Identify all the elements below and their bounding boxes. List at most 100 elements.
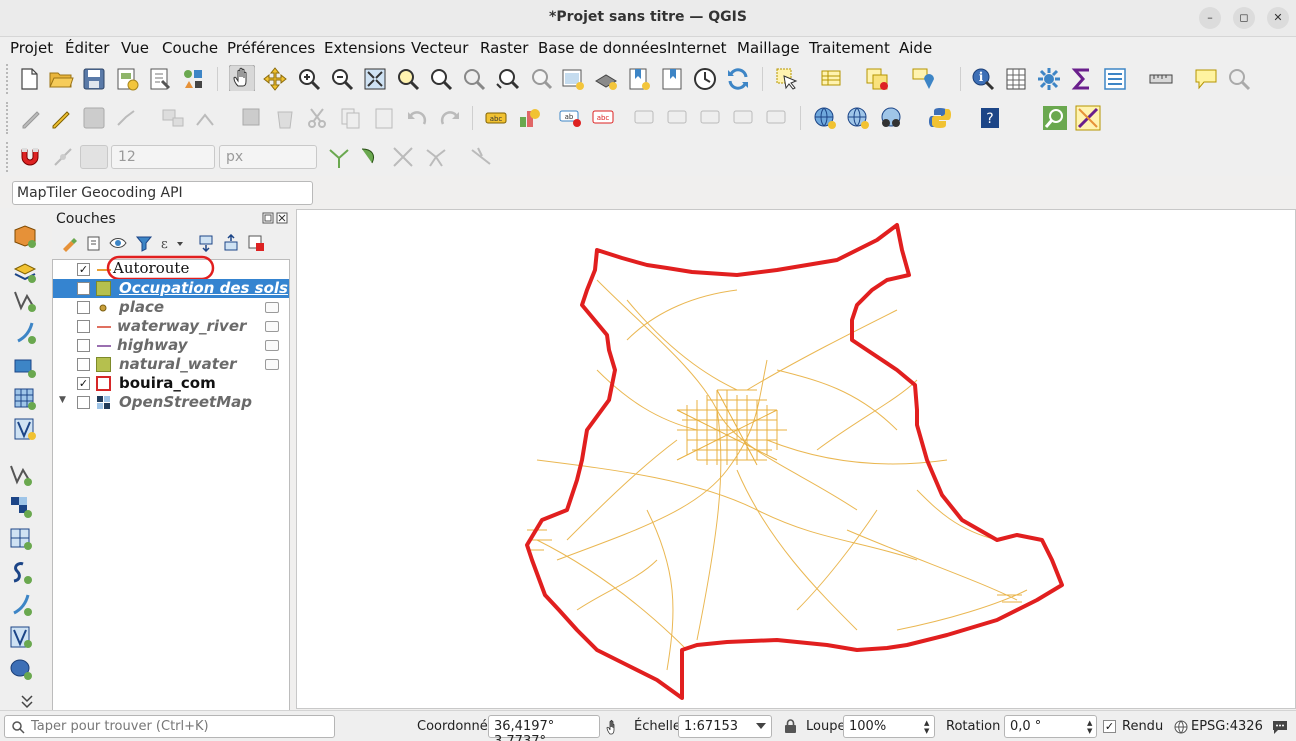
rotation-spin-arrows-icon[interactable]: ▲ ▼ [1087,719,1092,735]
processing-toolbox-icon[interactable] [1036,66,1062,92]
toolbar-grip[interactable] [6,64,10,94]
zoom-to-selection-icon[interactable] [395,66,421,92]
coordinate-field[interactable]: 36,4197° 3,7737° [488,715,600,741]
statistics-sigma-icon[interactable] [1069,66,1095,92]
lock-scale-icon[interactable] [784,719,797,734]
layer-row-openstreetmap[interactable]: ▼ OpenStreetMap [53,393,289,412]
layer-row-highway[interactable]: highway [53,336,289,355]
open-project-icon[interactable] [48,66,74,92]
menu-preferences[interactable]: Préférences [227,39,315,57]
add-layer-icon[interactable] [12,259,38,285]
magnifier-spinbox[interactable]: 100% [843,715,935,738]
new-bookmark-icon[interactable] [626,66,652,92]
close-panel-icon[interactable] [276,212,288,224]
zoom-native-icon[interactable] [461,66,487,92]
layer-indicator-icon[interactable] [265,340,279,351]
label-properties-icon[interactable] [731,105,757,131]
new-virtual-layer-icon[interactable] [8,624,34,650]
attributes-form-icon[interactable] [1102,66,1128,92]
menu-aide[interactable]: Aide [899,39,932,57]
rotation-spinbox[interactable]: 0,0 ° [1004,715,1097,738]
python-console-icon[interactable] [927,105,953,131]
menu-vecteur[interactable]: Vecteur [411,39,468,57]
map-rendering[interactable] [297,210,1296,710]
magnifier-spin-arrows-icon[interactable]: ▲ ▼ [924,719,929,735]
layer-visibility-checkbox[interactable]: ✓ [77,377,90,390]
menu-projet[interactable]: Projet [10,39,53,57]
new-3d-view-icon[interactable] [593,66,619,92]
locator-settings-icon[interactable] [1226,66,1252,92]
move-label-icon[interactable] [632,105,658,131]
zoom-out-icon[interactable] [329,66,355,92]
paste-features-icon[interactable] [371,105,397,131]
rotate-label-icon[interactable] [665,105,691,131]
add-spatialite-icon[interactable] [12,354,38,380]
layer-row-autoroute[interactable]: ✓ Autoroute [53,255,289,281]
zoom-last-icon[interactable] [494,66,520,92]
menu-extensions[interactable]: Extensions [324,39,405,57]
layer-visibility-checkbox[interactable] [77,282,90,295]
minimize-button[interactable]: – [1199,7,1221,29]
avoid-overlap-icon[interactable] [468,144,494,170]
filter-by-expression-icon[interactable]: ε [159,234,183,252]
map-canvas[interactable] [296,209,1296,709]
vertex-tool-icon[interactable] [160,105,186,131]
undo-icon[interactable] [404,105,430,131]
layer-visibility-checkbox[interactable] [77,301,90,314]
menu-couche[interactable]: Couche [162,39,218,57]
snapping-units-select[interactable]: px [219,145,317,169]
add-delimited-text-icon[interactable] [12,320,38,346]
show-bookmarks-icon[interactable] [659,66,685,92]
add-raster-layer-icon[interactable] [12,386,38,412]
menu-raster[interactable]: Raster [480,39,528,57]
zoom-in-icon[interactable] [296,66,322,92]
add-postgis-layer-icon[interactable] [8,656,34,682]
toggle-extents-mouse-icon[interactable] [604,718,622,736]
show-hide-labels-icon[interactable]: abc [590,105,616,131]
snapping-tolerance-input[interactable]: 12 [111,145,215,169]
layer-row-occupation-des-sols[interactable]: Occupation des sols [53,279,289,298]
pan-to-selection-icon[interactable] [262,66,288,92]
map-tips-icon[interactable] [1193,66,1219,92]
trash-icon[interactable] [272,105,298,131]
new-project-icon[interactable] [16,66,42,92]
topological-editing-icon[interactable] [326,144,352,170]
expand-all-icon[interactable] [197,234,215,252]
layer-row-natural-water[interactable]: natural_water [53,355,289,374]
tracing-icon[interactable] [423,144,449,170]
add-virtual-layer-icon[interactable] [12,416,38,442]
toolbar-grip[interactable] [6,102,10,134]
pin-labels-icon[interactable]: ab [557,105,583,131]
refresh-icon[interactable] [725,66,751,92]
messages-icon[interactable] [1271,719,1289,735]
temporal-controller-icon[interactable] [692,66,718,92]
new-shapefile-layer-icon[interactable] [8,462,34,488]
layer-indicator-icon[interactable] [265,359,279,370]
filter-legend-icon[interactable] [135,234,153,252]
zoom-full-icon[interactable] [362,66,388,92]
restore-button[interactable]: ◻ [1233,7,1255,29]
new-print-layout-icon[interactable] [114,66,140,92]
modify-attributes-icon[interactable] [193,105,219,131]
close-button[interactable]: ✕ [1267,7,1289,29]
layer-row-place[interactable]: place [53,298,289,317]
snapping-type-icon[interactable] [50,144,76,170]
save-edits-icon[interactable] [81,105,107,131]
current-edits-icon[interactable] [18,105,44,131]
redo-icon[interactable] [437,105,463,131]
attribute-table-icon[interactable] [819,66,845,92]
new-spatialite-layer-icon[interactable] [8,592,34,618]
layer-indicator-icon[interactable] [265,302,279,313]
crs-globe-icon[interactable] [1174,720,1188,734]
menu-vue[interactable]: Vue [121,39,149,57]
qgis-search-icon[interactable] [1042,105,1068,131]
menu-editer[interactable]: Éditer [65,39,109,57]
layer-visibility-checkbox[interactable] [77,396,90,409]
select-by-location-icon[interactable] [910,66,936,92]
manage-visibility-icon[interactable] [109,234,127,252]
snapping-magnet-icon[interactable] [17,144,43,170]
layer-indicator-icon[interactable] [265,321,279,332]
new-mesh-layer-icon[interactable] [8,560,34,586]
layer-visibility-checkbox[interactable]: ✓ [77,263,90,276]
select-features-icon[interactable] [774,66,800,92]
